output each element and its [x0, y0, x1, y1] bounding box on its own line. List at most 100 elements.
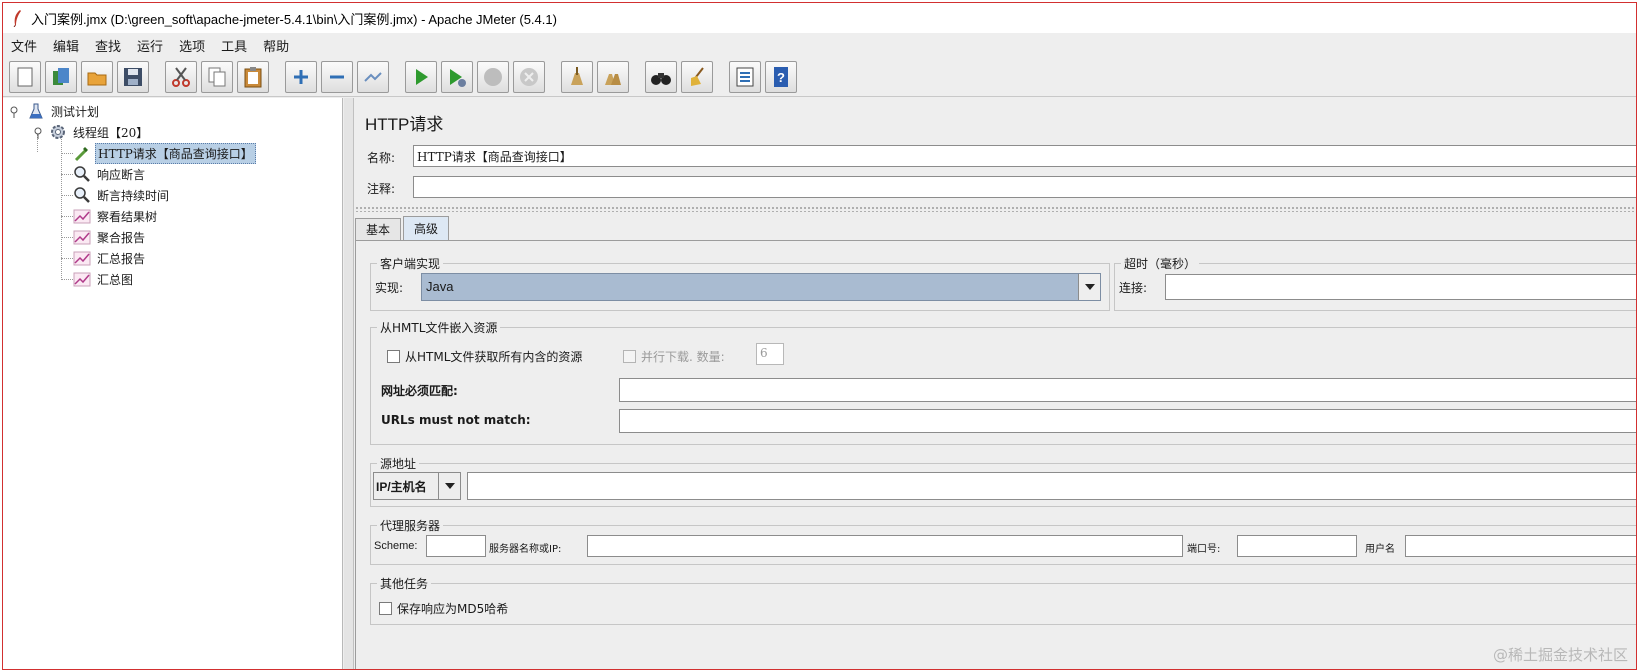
menu-run[interactable]: 运行	[137, 36, 163, 55]
watermark: @稀土掘金技术社区	[1492, 646, 1628, 664]
source-type-value: IP/主机名	[376, 480, 427, 494]
urls-must-not-match-field[interactable]	[619, 409, 1636, 433]
copy-icon	[208, 67, 226, 87]
retrieve-resources-checkbox[interactable]: 从HTML文件获取所有内含的资源	[387, 348, 582, 365]
proxy-port-field[interactable]	[1237, 535, 1357, 557]
tab-basic[interactable]: 基本	[355, 218, 402, 240]
tree-node-label: 汇总报告	[97, 251, 146, 266]
toggle-button[interactable]	[357, 61, 389, 93]
checkbox-label: 并行下载. 数量:	[641, 350, 725, 364]
paste-button[interactable]	[237, 61, 269, 93]
collapse-all-button[interactable]	[321, 61, 353, 93]
proxy-username-label: 用户名	[1365, 544, 1395, 555]
start-no-pause-button[interactable]	[441, 61, 473, 93]
parallel-count-field[interactable]: 6	[756, 343, 784, 365]
clear-all-button[interactable]	[597, 61, 629, 93]
name-field[interactable]: HTTP请求【商品查询接口】	[413, 145, 1636, 167]
panel-title: HTTP请求	[365, 115, 444, 134]
splitter-handle[interactable]	[355, 206, 1636, 212]
http-request-panel: HTTP请求 名称: HTTP请求【商品查询接口】 注释: 基本 高级 客户端实…	[355, 98, 1636, 669]
checkbox-box[interactable]	[623, 350, 636, 363]
stop-button[interactable]	[477, 61, 509, 93]
proxy-server-group: 代理服务器 Scheme: 服务器名称或IP: 端口号: 用户名	[370, 517, 1636, 565]
dropdown-arrow-icon[interactable]	[438, 473, 460, 499]
proxy-username-field[interactable]	[1405, 535, 1636, 557]
menu-tools[interactable]: 工具	[221, 36, 247, 55]
checkbox-box[interactable]	[387, 350, 400, 363]
tree-node-summary-graph[interactable]: 汇总图	[73, 269, 135, 289]
open-icon	[87, 72, 107, 86]
flask-icon	[29, 103, 43, 119]
urls-must-match-label: 网址必须匹配:	[381, 384, 458, 398]
clear-button[interactable]	[561, 61, 593, 93]
save-button[interactable]	[117, 61, 149, 93]
urls-must-match-field[interactable]	[619, 378, 1636, 402]
start-button[interactable]	[405, 61, 437, 93]
group-title: 超时（毫秒）	[1121, 255, 1200, 272]
group-title: 从HMTL文件嵌入资源	[377, 319, 501, 336]
reset-search-button[interactable]	[681, 61, 713, 93]
menu-edit[interactable]: 编辑	[53, 36, 79, 55]
tree-node-label: 断言持续时间	[97, 188, 170, 203]
source-address-field[interactable]	[467, 472, 1636, 500]
group-title: 客户端实现	[377, 255, 444, 272]
save-icon	[124, 68, 142, 86]
title-bar: 入门案例.jmx (D:\green_soft\apache-jmeter-5.…	[3, 3, 1636, 33]
tree-node-summary-report[interactable]: 汇总报告	[73, 248, 147, 268]
tree-node-test-plan[interactable]: 测试计划	[27, 101, 101, 121]
shutdown-button[interactable]	[513, 61, 545, 93]
comment-field[interactable]	[413, 176, 1636, 198]
tab-bar: 基本 高级	[355, 216, 451, 240]
list-icon	[736, 67, 754, 87]
collapse-icon	[330, 75, 344, 79]
connect-timeout-field[interactable]	[1165, 274, 1636, 300]
proxy-scheme-field[interactable]	[426, 535, 486, 557]
tree-node-thread-group[interactable]: 线程组【20】	[49, 122, 150, 142]
connect-timeout-label: 连接:	[1119, 281, 1148, 295]
tree-node-aggregate-report[interactable]: 聚合报告	[73, 227, 147, 247]
magnifier-icon	[74, 187, 90, 203]
open-button[interactable]	[81, 61, 113, 93]
save-md5-checkbox[interactable]: 保存响应为MD5哈希	[379, 600, 508, 617]
checkbox-label: 保存响应为MD5哈希	[397, 602, 509, 616]
split-pane-divider[interactable]	[344, 98, 354, 669]
graph-icon	[73, 209, 91, 224]
tree-node-duration-assertion[interactable]: 断言持续时间	[73, 185, 171, 205]
function-helper-button[interactable]	[729, 61, 761, 93]
help-icon: ?	[774, 67, 788, 87]
parallel-download-checkbox[interactable]: 并行下载. 数量:	[623, 348, 725, 365]
collapse-toggle-icon[interactable]	[33, 127, 43, 139]
implementation-select[interactable]: Java	[421, 273, 1101, 301]
shutdown-icon	[520, 68, 538, 86]
copy-button[interactable]	[201, 61, 233, 93]
cut-button[interactable]	[165, 61, 197, 93]
tree-node-response-assertion[interactable]: 响应断言	[73, 164, 147, 184]
clear-all-icon	[605, 74, 621, 85]
broom-icon	[691, 67, 704, 86]
tab-advanced[interactable]: 高级	[403, 216, 450, 240]
tree-node-label: 察看结果树	[97, 209, 158, 224]
checkbox-box[interactable]	[379, 602, 392, 615]
clear-icon	[571, 67, 583, 85]
binoculars-icon	[651, 73, 671, 85]
tree-node-label: 响应断言	[97, 167, 146, 182]
menu-file[interactable]: 文件	[11, 36, 37, 55]
new-button[interactable]	[9, 61, 41, 93]
tree-node-view-results-tree[interactable]: 察看结果树	[73, 206, 159, 226]
dropdown-arrow-icon[interactable]	[1078, 274, 1100, 300]
help-button[interactable]: ?	[765, 61, 797, 93]
menu-options[interactable]: 选项	[179, 36, 205, 55]
source-type-select[interactable]: IP/主机名	[373, 472, 461, 500]
tree-node-label: 聚合报告	[97, 230, 146, 245]
paste-icon	[244, 67, 262, 88]
proxy-server-field[interactable]	[587, 535, 1183, 557]
group-title: 源地址	[377, 455, 420, 472]
collapse-toggle-icon[interactable]	[9, 106, 19, 118]
expand-all-button[interactable]	[285, 61, 317, 93]
menu-search[interactable]: 查找	[95, 36, 121, 55]
tree-node-http-request[interactable]: HTTP请求【商品查询接口】	[73, 142, 256, 164]
templates-button[interactable]	[45, 61, 77, 93]
group-title: 代理服务器	[377, 517, 444, 534]
menu-help[interactable]: 帮助	[263, 36, 289, 55]
search-button[interactable]	[645, 61, 677, 93]
